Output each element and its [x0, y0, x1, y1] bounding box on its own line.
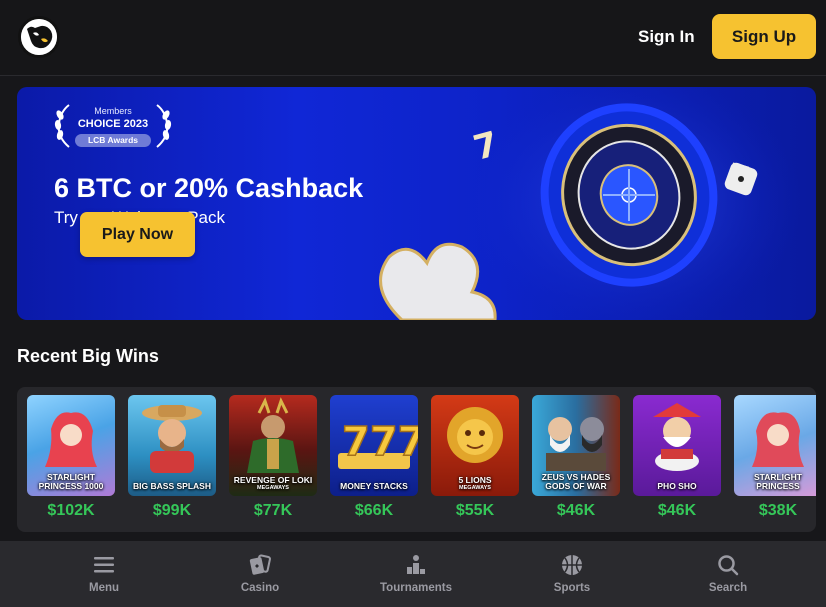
nav-item-search[interactable]: Search — [673, 541, 783, 607]
nav-label-search: Search — [708, 582, 748, 594]
game-card[interactable]: 777 MONEY STACKS $66K — [330, 395, 418, 520]
game-title: BIG BASS SPLASH — [133, 481, 211, 491]
nav-item-casino[interactable]: Casino — [205, 541, 315, 607]
game-card[interactable]: STARLIGHT PRINCESS 1000 $102K — [27, 395, 115, 520]
bottom-navigation: Menu Casino Tournaments Sports Search — [0, 541, 826, 607]
menu-icon — [94, 557, 114, 573]
game-title: MONEY STACKS — [340, 481, 408, 491]
win-amount: $38K — [758, 502, 798, 519]
recent-big-wins-heading: Recent Big Wins — [17, 346, 159, 366]
award-badge: LCB Awards — [75, 134, 151, 147]
promo-title: 6 BTC or 20% Cashback — [54, 173, 364, 203]
brand-logo[interactable] — [18, 16, 60, 58]
recent-wins-carousel: STARLIGHT PRINCESS 1000 $102K BIG BASS S… — [17, 387, 816, 532]
game-title: PHO SHO — [657, 481, 697, 491]
game-card[interactable]: REVENGE OF LOKI MEGAWAYS $77K — [229, 395, 317, 520]
game-card[interactable]: 5 LIONS MEGAWAYS $55K — [431, 395, 519, 520]
nav-item-tournaments[interactable]: Tournaments — [361, 541, 471, 607]
sign-in-button[interactable]: Sign In — [626, 22, 707, 52]
win-amount: $102K — [47, 502, 95, 519]
win-amount: $46K — [657, 502, 697, 519]
game-thumbnail: REVENGE OF LOKI MEGAWAYS — [229, 395, 317, 496]
game-title: REVENGE OF LOKI MEGAWAYS — [233, 475, 313, 492]
bull-logo-icon — [21, 19, 57, 55]
win-amount: $99K — [152, 502, 192, 519]
game-thumbnail: ZEUS VS HADES GODS OF WAR — [532, 395, 620, 496]
members-choice-award: Members CHOICE 2023 LCB Awards — [53, 103, 173, 151]
win-amount: $46K — [556, 502, 596, 519]
game-card[interactable]: PHO SHO $46K — [633, 395, 721, 520]
game-thumbnail: BIG BASS SPLASH — [128, 395, 216, 496]
nav-label-casino: Casino — [240, 582, 280, 594]
nav-item-menu[interactable]: Menu — [49, 541, 159, 607]
game-title: ZEUS VS HADES GODS OF WAR — [541, 472, 611, 491]
game-thumbnail: STARLIGHT PRINCESS 1000 — [27, 395, 115, 496]
game-title: STARLIGHT PRINCESS — [753, 472, 802, 491]
svg-text:777: 777 — [342, 419, 418, 465]
sign-up-button[interactable]: Sign Up — [712, 14, 816, 59]
award-choice-text: CHOICE 2023 — [77, 118, 149, 130]
search-icon — [718, 555, 739, 576]
game-thumbnail: PHO SHO — [633, 395, 721, 496]
win-amount: $55K — [455, 502, 495, 519]
game-thumbnail: 5 LIONS MEGAWAYS — [431, 395, 519, 496]
nav-label-menu: Menu — [88, 582, 120, 594]
promo-banner[interactable]: 7 7 Members CHOICE 2023 LCB Awards 6 BTC… — [17, 87, 816, 320]
game-thumbnail: 777 MONEY STACKS — [330, 395, 418, 496]
game-card[interactable]: STARLIGHT PRINCESS $38K — [734, 395, 816, 520]
basketball-icon — [562, 555, 582, 575]
game-card[interactable]: ZEUS VS HADES GODS OF WAR $46K — [532, 395, 620, 520]
game-card[interactable]: BIG BASS SPLASH $99K — [128, 395, 216, 520]
cards-icon — [249, 554, 271, 575]
game-thumbnail: STARLIGHT PRINCESS — [734, 395, 816, 496]
play-now-button[interactable]: Play Now — [80, 212, 195, 257]
win-amount: $66K — [354, 502, 394, 519]
win-amount: $77K — [253, 502, 293, 519]
award-members-text: Members — [94, 106, 132, 116]
nav-label-sports: Sports — [553, 582, 591, 594]
game-title: 5 LIONS MEGAWAYS — [458, 475, 492, 492]
game-title: STARLIGHT PRINCESS 1000 — [38, 472, 104, 491]
nav-label-tournaments: Tournaments — [380, 582, 452, 594]
podium-icon — [407, 555, 425, 574]
nav-item-sports[interactable]: Sports — [517, 541, 627, 607]
top-header: Sign In Sign Up — [0, 0, 826, 76]
